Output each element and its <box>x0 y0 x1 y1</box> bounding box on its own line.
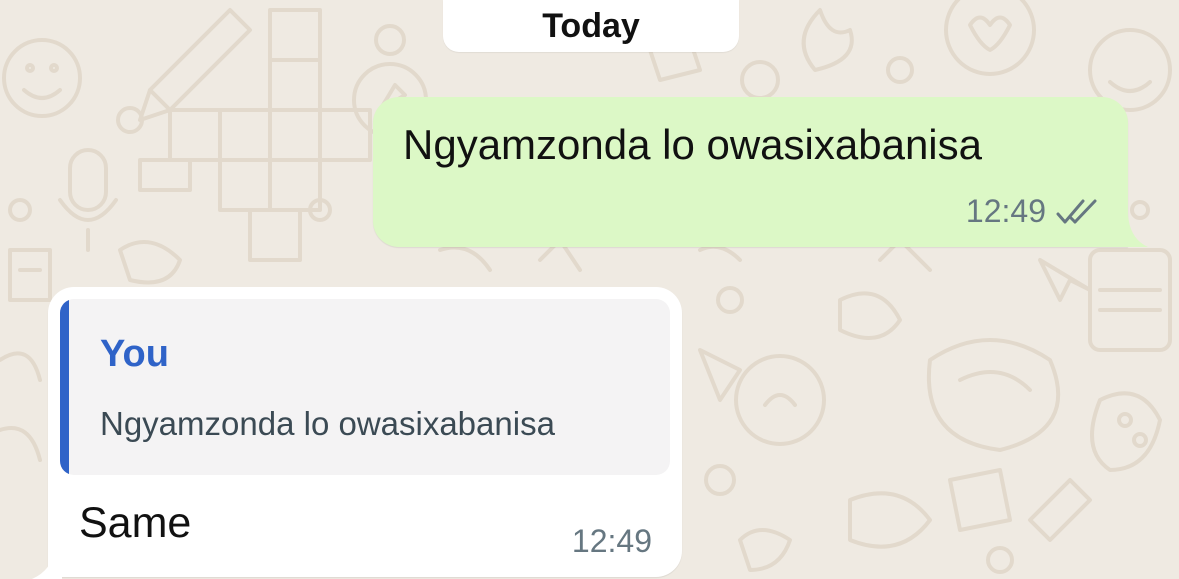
quoted-message[interactable]: You Ngyamzonda lo owasixabanisa <box>60 299 670 475</box>
quoted-message-text: Ngyamzonda lo owasixabanisa <box>100 405 555 442</box>
incoming-message-time: 12:49 <box>571 523 652 559</box>
outgoing-message-time: 12:49 <box>965 193 1046 229</box>
incoming-message-bubble[interactable]: You Ngyamzonda lo owasixabanisa Same 12:… <box>48 287 682 577</box>
incoming-message-text: Same <box>79 499 192 547</box>
outgoing-message-bubble[interactable]: Ngyamzonda lo owasixabanisa 12:49 <box>373 97 1128 247</box>
date-separator-label: Today <box>542 6 640 45</box>
outgoing-bubble-tail <box>1120 215 1148 247</box>
quoted-message-author: You <box>100 333 169 375</box>
outgoing-message-meta: 12:49 <box>966 193 1102 230</box>
double-check-icon <box>1056 199 1097 223</box>
outgoing-message-text: Ngyamzonda lo owasixabanisa <box>403 121 982 168</box>
quote-accent-bar <box>60 299 69 475</box>
date-separator: Today <box>443 0 739 52</box>
incoming-bubble-tail <box>32 550 62 579</box>
incoming-message-meta: 12:49 <box>572 523 652 560</box>
